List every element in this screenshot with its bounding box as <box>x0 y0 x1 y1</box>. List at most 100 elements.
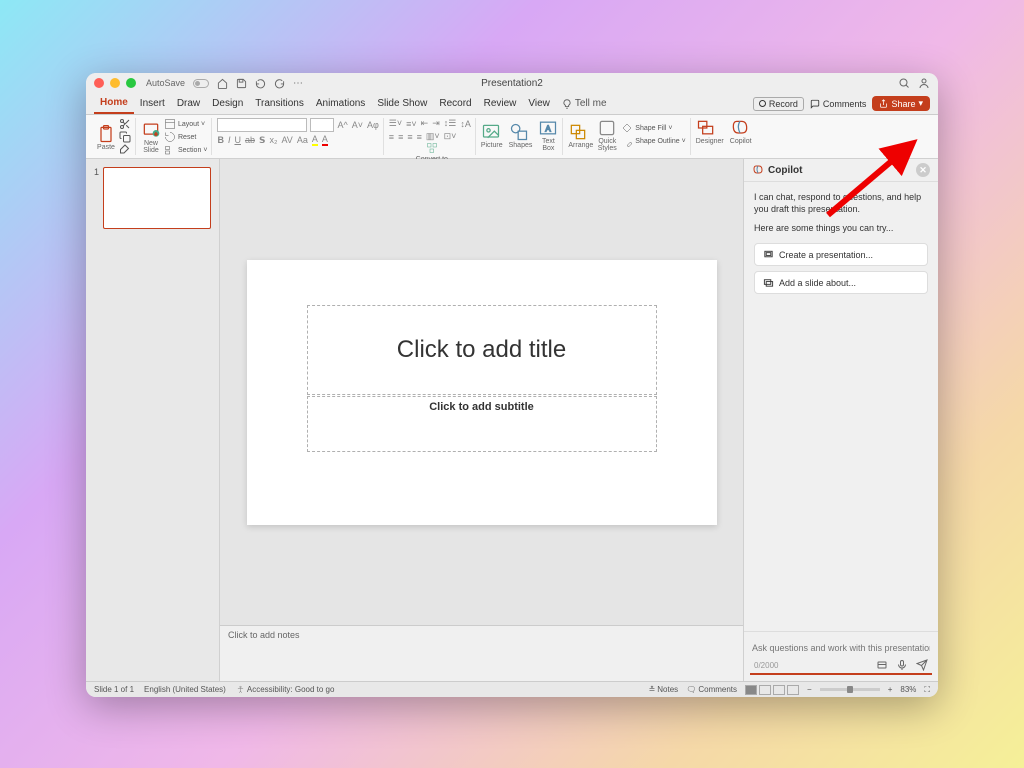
zoom-out-button[interactable]: − <box>807 685 812 694</box>
zoom-thumb[interactable] <box>847 686 853 693</box>
fit-to-window-button[interactable]: ⛶ <box>924 685 930 695</box>
tab-draw[interactable]: Draw <box>171 93 206 114</box>
suggestion-add-slide[interactable]: Add a slide about... <box>754 271 928 294</box>
title-placeholder[interactable]: Click to add title <box>307 305 657 395</box>
layout-button[interactable]: Layout ˅ <box>164 118 207 130</box>
accessibility-indicator[interactable]: Accessibility: Good to go <box>236 685 335 694</box>
align-left-button[interactable]: ≡ <box>389 132 394 142</box>
strikethrough-button[interactable]: ab <box>245 135 255 145</box>
picture-button[interactable]: Picture <box>481 122 503 149</box>
save-icon[interactable] <box>236 78 247 89</box>
format-painter-icon[interactable] <box>119 144 131 156</box>
tab-home[interactable]: Home <box>94 93 134 114</box>
notes-toggle[interactable]: ≛ Notes <box>649 685 679 694</box>
more-qat-icon[interactable]: ⋯ <box>293 78 303 89</box>
align-center-button[interactable]: ≡ <box>398 132 403 142</box>
decrease-font-icon[interactable]: A˅ <box>352 120 363 130</box>
copy-icon[interactable] <box>119 131 131 143</box>
designer-group: Designer Copilot <box>692 118 756 155</box>
copilot-body: I can chat, respond to questions, and he… <box>744 182 938 631</box>
maximize-window-button[interactable] <box>126 78 136 88</box>
comments-toggle[interactable]: 🗨 Comments <box>686 685 737 694</box>
bullets-button[interactable]: ☰˅ <box>389 118 402 129</box>
designer-button[interactable]: Designer <box>696 118 724 145</box>
mic-icon[interactable] <box>896 659 908 671</box>
shape-fill-button[interactable]: Shape Fill ˅ <box>621 123 685 135</box>
tell-me-search[interactable]: Tell me <box>562 98 607 109</box>
line-spacing-button[interactable]: ↕☰ <box>444 118 457 129</box>
slide-indicator[interactable]: Slide 1 of 1 <box>94 685 134 694</box>
notes-pane[interactable]: Click to add notes <box>220 625 743 681</box>
add-slide-icon <box>763 277 774 288</box>
align-text-button[interactable]: ⊡˅ <box>444 131 457 142</box>
increase-font-icon[interactable]: A^ <box>337 120 347 130</box>
change-case-button[interactable]: Aa <box>297 135 308 145</box>
new-slide-button[interactable]: + New Slide <box>141 120 161 154</box>
textbox-button[interactable]: AText Box <box>538 118 558 152</box>
sorter-view-button[interactable] <box>759 685 771 695</box>
reset-button[interactable]: Reset <box>164 131 207 143</box>
text-direction-button[interactable]: ↕A <box>460 119 471 129</box>
bold-button[interactable]: B <box>217 135 224 145</box>
record-button[interactable]: Record <box>753 97 804 111</box>
send-icon[interactable] <box>916 659 928 671</box>
tab-design[interactable]: Design <box>206 93 249 114</box>
underline-button[interactable]: U <box>234 135 241 145</box>
paste-button[interactable]: Paste <box>96 124 116 151</box>
share-button[interactable]: Share ▾ <box>872 96 930 111</box>
shape-outline-button[interactable]: Shape Outline ˅ <box>621 136 685 148</box>
shadow-button[interactable]: 𝗦 <box>259 135 265 146</box>
undo-icon[interactable] <box>255 78 266 89</box>
align-right-button[interactable]: ≡ <box>407 132 412 142</box>
tab-record[interactable]: Record <box>433 93 477 114</box>
minimize-window-button[interactable] <box>110 78 120 88</box>
language-indicator[interactable]: English (United States) <box>144 685 226 694</box>
tab-transitions[interactable]: Transitions <box>249 93 310 114</box>
clear-format-icon[interactable]: Aφ <box>367 120 379 130</box>
tab-slideshow[interactable]: Slide Show <box>371 93 433 114</box>
zoom-slider[interactable] <box>820 688 880 691</box>
card-icon[interactable] <box>876 659 888 671</box>
numbering-button[interactable]: ≡˅ <box>406 119 417 129</box>
tab-view[interactable]: View <box>522 93 556 114</box>
user-icon[interactable] <box>918 77 930 89</box>
autosave-toggle[interactable] <box>193 79 209 88</box>
redo-icon[interactable] <box>274 78 285 89</box>
zoom-level[interactable]: 83% <box>900 685 916 694</box>
close-pane-button[interactable]: ✕ <box>916 163 930 177</box>
slideshow-view-button[interactable] <box>787 685 799 695</box>
justify-button[interactable]: ≡ <box>417 132 422 142</box>
tab-review[interactable]: Review <box>478 93 523 114</box>
close-window-button[interactable] <box>94 78 104 88</box>
font-color-button[interactable]: A <box>322 134 328 146</box>
arrange-group: Arrange Quick Styles Shape Fill ˅ Shape … <box>564 118 690 155</box>
indent-dec-button[interactable]: ⇤ <box>421 118 429 129</box>
font-size-selector[interactable] <box>310 118 334 132</box>
quick-styles-button[interactable]: Quick Styles <box>597 118 617 152</box>
tab-insert[interactable]: Insert <box>134 93 171 114</box>
arrange-button[interactable]: Arrange <box>568 122 593 149</box>
font-family-selector[interactable] <box>217 118 307 132</box>
home-icon[interactable] <box>217 78 228 89</box>
indent-inc-button[interactable]: ⇥ <box>432 118 440 129</box>
zoom-in-button[interactable]: + <box>888 685 893 694</box>
comments-button[interactable]: Comments <box>810 99 867 109</box>
section-button[interactable]: Section ˅ <box>164 144 207 156</box>
italic-button[interactable]: I <box>228 135 231 145</box>
cut-icon[interactable] <box>119 118 131 130</box>
slide-thumbnail-1[interactable] <box>103 167 211 229</box>
subscript-button[interactable]: x₂ <box>269 135 277 145</box>
search-icon[interactable] <box>898 77 910 89</box>
copilot-input[interactable] <box>750 639 932 657</box>
highlight-button[interactable]: A <box>312 134 318 146</box>
normal-view-button[interactable] <box>745 685 757 695</box>
tab-animations[interactable]: Animations <box>310 93 371 114</box>
suggestion-create-presentation[interactable]: Create a presentation... <box>754 243 928 266</box>
slide-canvas[interactable]: Click to add title Click to add subtitle <box>220 159 743 625</box>
copilot-ribbon-button[interactable]: Copilot <box>730 118 752 145</box>
char-spacing-button[interactable]: AV <box>281 135 292 145</box>
reading-view-button[interactable] <box>773 685 785 695</box>
shapes-button[interactable]: Shapes <box>509 122 533 149</box>
columns-button[interactable]: ▥˅ <box>426 131 440 142</box>
subtitle-placeholder[interactable]: Click to add subtitle <box>307 396 657 452</box>
